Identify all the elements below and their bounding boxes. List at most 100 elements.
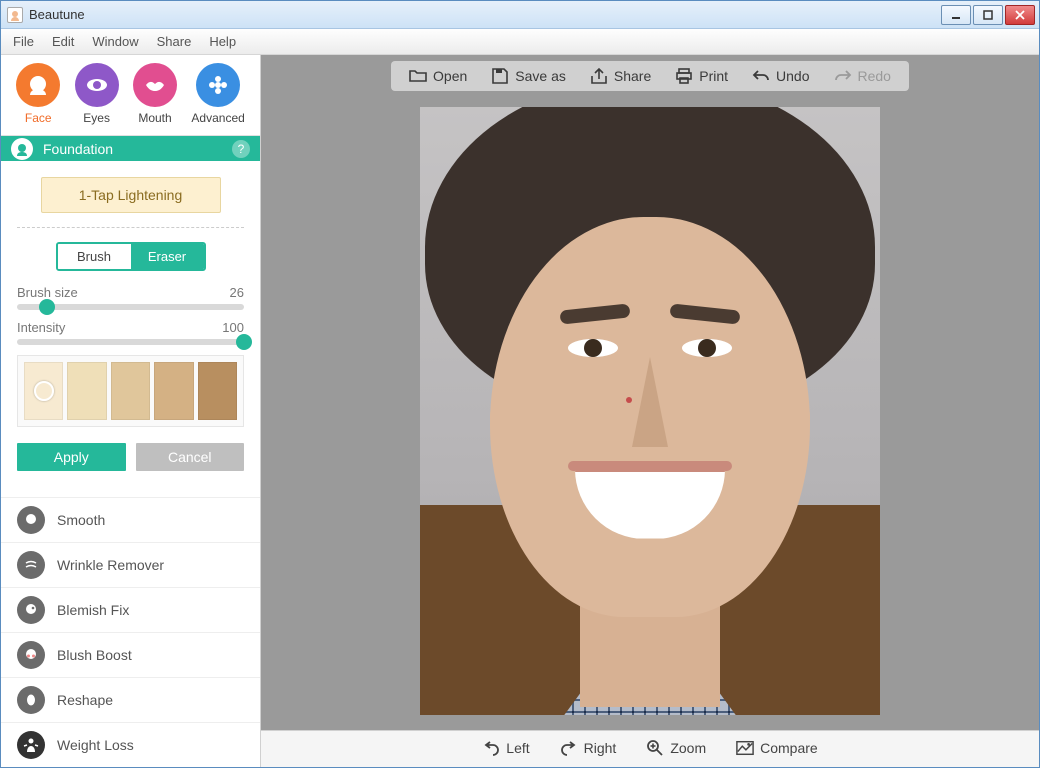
tool-smooth[interactable]: Smooth <box>1 497 260 542</box>
app-icon <box>7 7 23 23</box>
swatch-4[interactable] <box>154 362 193 420</box>
close-button[interactable] <box>1005 5 1035 25</box>
window-controls <box>941 5 1035 25</box>
blemish-icon <box>17 596 45 624</box>
folder-open-icon <box>409 67 427 85</box>
main: Face Eyes Mouth <box>1 55 1039 767</box>
photo-viewport[interactable] <box>261 91 1039 730</box>
titlebar: Beautune <box>1 1 1039 29</box>
eraser-toggle[interactable]: Eraser <box>131 244 204 269</box>
tab-eyes[interactable]: Eyes <box>75 63 119 125</box>
print-button[interactable]: Print <box>675 67 728 85</box>
undo-button[interactable]: Undo <box>752 67 809 85</box>
rotate-left-button[interactable]: Left <box>482 739 529 757</box>
intensity-slider: Intensity 100 <box>17 320 244 345</box>
brush-eraser-toggle: Brush Eraser <box>56 242 206 271</box>
share-label: Share <box>614 68 651 84</box>
tool-blemish-fix[interactable]: Blemish Fix <box>1 587 260 632</box>
undo-icon <box>752 67 770 85</box>
tool-blush-boost[interactable]: Blush Boost <box>1 632 260 677</box>
tab-advanced[interactable]: Advanced <box>191 63 244 125</box>
foundation-icon <box>11 138 33 160</box>
zoom-label: Zoom <box>670 740 706 756</box>
print-icon <box>675 67 693 85</box>
redo-button: Redo <box>834 67 891 85</box>
weight-icon <box>17 731 45 759</box>
tab-label: Face <box>25 111 52 125</box>
action-buttons: Apply Cancel <box>17 443 244 471</box>
tool-label: Blemish Fix <box>57 602 129 618</box>
intensity-label: Intensity <box>17 320 65 335</box>
open-button[interactable]: Open <box>409 67 467 85</box>
compare-button[interactable]: Compare <box>736 739 818 757</box>
redo-label: Redo <box>858 68 891 84</box>
app-title: Beautune <box>29 7 85 22</box>
rotate-left-label: Left <box>506 740 529 756</box>
intensity-value: 100 <box>222 320 244 335</box>
brush-toggle[interactable]: Brush <box>58 244 131 269</box>
compare-label: Compare <box>760 740 818 756</box>
tool-label: Smooth <box>57 512 105 528</box>
open-label: Open <box>433 68 467 84</box>
tool-label: Reshape <box>57 692 113 708</box>
flower-icon <box>196 63 240 107</box>
section-header-foundation: Foundation ? <box>1 136 260 161</box>
tool-label: Wrinkle Remover <box>57 557 164 573</box>
save-as-button[interactable]: Save as <box>491 67 566 85</box>
undo-label: Undo <box>776 68 809 84</box>
photo <box>420 107 880 715</box>
tool-label: Weight Loss <box>57 737 134 753</box>
swatch-1[interactable] <box>24 362 63 420</box>
swatch-2[interactable] <box>67 362 106 420</box>
redo-icon <box>834 67 852 85</box>
menu-edit[interactable]: Edit <box>52 34 74 49</box>
tool-label: Blush Boost <box>57 647 132 663</box>
menu-file[interactable]: File <box>13 34 34 49</box>
swatch-5[interactable] <box>198 362 237 420</box>
tool-wrinkle-remover[interactable]: Wrinkle Remover <box>1 542 260 587</box>
menu-share[interactable]: Share <box>157 34 192 49</box>
brush-size-value: 26 <box>230 285 244 300</box>
one-tap-lightening-button[interactable]: 1-Tap Lightening <box>41 177 221 213</box>
category-tabs: Face Eyes Mouth <box>1 55 260 136</box>
help-icon[interactable]: ? <box>232 140 250 158</box>
section-title: Foundation <box>43 141 222 157</box>
save-icon <box>491 67 509 85</box>
tab-label: Eyes <box>83 111 110 125</box>
maximize-button[interactable] <box>973 5 1003 25</box>
app-window: Beautune File Edit Window Share Help Fac… <box>0 0 1040 768</box>
tab-label: Mouth <box>138 111 171 125</box>
minimize-button[interactable] <box>941 5 971 25</box>
cancel-button[interactable]: Cancel <box>136 443 245 471</box>
menu-window[interactable]: Window <box>92 34 138 49</box>
intensity-thumb[interactable] <box>236 334 252 350</box>
rotate-right-icon <box>560 739 578 757</box>
compare-icon <box>736 739 754 757</box>
zoom-button[interactable]: Zoom <box>646 739 706 757</box>
print-label: Print <box>699 68 728 84</box>
separator <box>17 227 244 228</box>
share-icon <box>590 67 608 85</box>
intensity-track[interactable] <box>17 339 244 345</box>
face-icon <box>16 63 60 107</box>
tool-weight-loss[interactable]: Weight Loss <box>1 722 260 767</box>
wrinkle-icon <box>17 551 45 579</box>
tab-mouth[interactable]: Mouth <box>133 63 177 125</box>
menubar: File Edit Window Share Help <box>1 29 1039 55</box>
brush-size-thumb[interactable] <box>39 299 55 315</box>
brush-size-track[interactable] <box>17 304 244 310</box>
swatch-3[interactable] <box>111 362 150 420</box>
tool-reshape[interactable]: Reshape <box>1 677 260 722</box>
tab-face[interactable]: Face <box>16 63 60 125</box>
top-toolbar: Open Save as Share Print Undo <box>391 61 909 91</box>
menu-help[interactable]: Help <box>209 34 236 49</box>
apply-button[interactable]: Apply <box>17 443 126 471</box>
blush-icon <box>17 641 45 669</box>
rotate-right-button[interactable]: Right <box>560 739 617 757</box>
bottom-toolbar: Left Right Zoom Compare <box>261 730 1039 767</box>
share-button[interactable]: Share <box>590 67 651 85</box>
left-panel: Face Eyes Mouth <box>1 55 261 767</box>
tools-list: Smooth Wrinkle Remover Blemish Fix Blush… <box>1 497 260 767</box>
brush-size-label: Brush size <box>17 285 78 300</box>
rotate-left-icon <box>482 739 500 757</box>
